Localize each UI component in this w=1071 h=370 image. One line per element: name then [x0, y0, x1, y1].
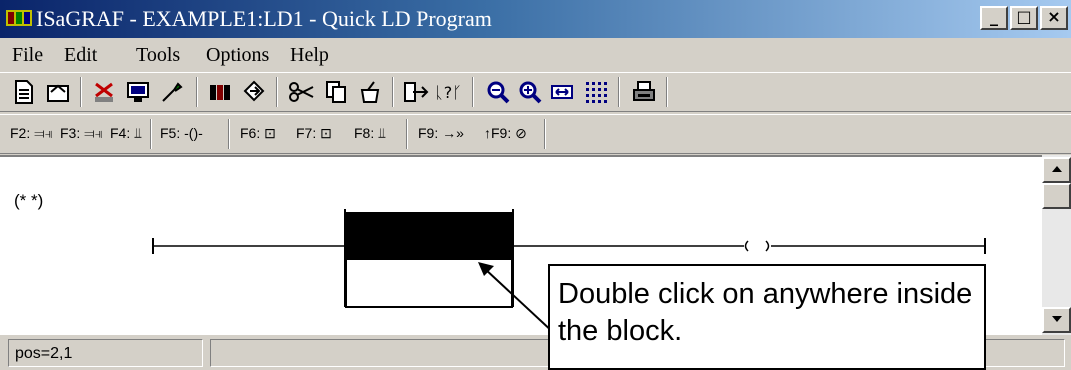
menu-edit[interactable]: Edit [64, 44, 97, 67]
zoom-out-icon[interactable] [484, 78, 512, 106]
window-title: ISaGRAF - EXAMPLE1:LD1 - Quick LD Progra… [36, 6, 492, 31]
toolbar-separator [544, 119, 546, 149]
cut-variables-icon[interactable] [90, 78, 118, 106]
menu-tools[interactable]: Tools [136, 44, 180, 67]
menu-help[interactable]: Help [290, 44, 329, 67]
compile-icon[interactable] [240, 78, 268, 106]
main-toolbar: ᚳ?ᚴ [0, 72, 1071, 112]
block-header [346, 212, 512, 259]
isagraf-window: ISaGRAF - EXAMPLE1:LD1 - Quick LD Progra… [0, 0, 1071, 370]
shift-f9-label: ↑F9: [484, 125, 512, 141]
scroll-down-button[interactable] [1042, 307, 1071, 333]
ld-function-toolbar: F2: ⫤⫣ F3: ⫤⫣ F4: ⫫ F5: -()- F6: ⊡ F7: ⊡… [0, 114, 1071, 154]
copy-icon[interactable] [322, 78, 350, 106]
isagraf-app-icon [6, 10, 32, 26]
f6-block-button[interactable]: F6: ⊡ [240, 125, 276, 142]
grid-icon[interactable] [582, 78, 610, 106]
f5-label: F5: [160, 125, 181, 141]
serial-contact-icon: ⫤⫣ [80, 125, 104, 141]
toolbar-separator [472, 77, 474, 107]
zoom-in-icon[interactable] [516, 78, 544, 106]
jump-icon: →» [438, 125, 464, 141]
minimize-button[interactable]: _ [980, 6, 1008, 30]
scroll-down-arrow-icon [1051, 316, 1062, 322]
f3-label: F3: [60, 125, 81, 141]
tools-icon[interactable] [158, 78, 186, 106]
parallel-contact-icon: ⫤⫣ [30, 125, 54, 141]
f2-label: F2: [10, 125, 31, 141]
instruction-callout: Double click on anywhere inside the bloc… [548, 264, 986, 370]
toolbar-separator [196, 77, 198, 107]
scroll-thumb[interactable] [1042, 183, 1071, 209]
toolbar-separator [150, 119, 152, 149]
toolbar-separator [666, 77, 668, 107]
f4-label: F4: [110, 125, 131, 141]
scroll-up-button[interactable] [1042, 157, 1071, 183]
f3-contact-button[interactable]: F3: ⫤⫣ [60, 125, 103, 142]
branch-contact-icon: ⫫ [130, 125, 142, 141]
open-icon[interactable] [44, 78, 72, 106]
toolbar-separator [276, 77, 278, 107]
block-body [345, 258, 513, 308]
f6-label: F6: [240, 125, 261, 141]
coil-symbol [744, 240, 770, 252]
close-button[interactable]: × [1040, 6, 1068, 30]
toolbar-separator [392, 77, 394, 107]
label-icon: ⊘ [511, 125, 527, 141]
menu-bar: File Edit Tools Options Help [0, 40, 1071, 70]
toolbar-separator [406, 119, 408, 149]
toolbar-separator [228, 119, 230, 149]
scroll-up-arrow-icon [1051, 166, 1062, 172]
f7-block-button[interactable]: F7: ⊡ [296, 125, 332, 142]
fit-icon[interactable] [548, 78, 576, 106]
paste-icon[interactable] [356, 78, 384, 106]
f9-jump-button[interactable]: F9: →» [418, 125, 464, 141]
menu-file[interactable]: File [12, 44, 43, 67]
maximize-button[interactable]: □ [1010, 6, 1038, 30]
position-indicator: pos=2,1 [8, 339, 203, 367]
f8-block-button[interactable]: F8: ⫫ [354, 125, 386, 142]
f5-coil-button[interactable]: F5: -()- [160, 125, 203, 141]
scissors-icon[interactable] [288, 78, 316, 106]
menu-options[interactable]: Options [206, 44, 269, 67]
branch-block-icon: ⫫ [374, 125, 386, 141]
toolbar-separator [80, 77, 82, 107]
block-icon: ⊡ [260, 125, 276, 141]
f4-contact-button[interactable]: F4: ⫫ [110, 125, 142, 142]
new-document-icon[interactable] [10, 78, 38, 106]
f8-label: F8: [354, 125, 375, 141]
f2-contact-button[interactable]: F2: ⫤⫣ [10, 125, 53, 142]
toolbar-separator [618, 77, 620, 107]
vertical-scrollbar[interactable] [1042, 155, 1071, 335]
f9-label: F9: [418, 125, 439, 141]
serial-block-icon: ⊡ [316, 125, 332, 141]
shift-f9-button[interactable]: ↑F9: ⊘ [484, 125, 527, 142]
print-icon[interactable] [630, 78, 658, 106]
dictionary-icon[interactable] [124, 78, 152, 106]
coil-icon: -()- [180, 125, 203, 141]
function-block[interactable] [344, 209, 514, 308]
library-icon[interactable] [206, 78, 234, 106]
insert-icon[interactable] [402, 78, 430, 106]
title-bar: ISaGRAF - EXAMPLE1:LD1 - Quick LD Progra… [0, 0, 1071, 38]
comment-icon[interactable]: ᚳ?ᚴ [434, 78, 462, 106]
f7-label: F7: [296, 125, 317, 141]
